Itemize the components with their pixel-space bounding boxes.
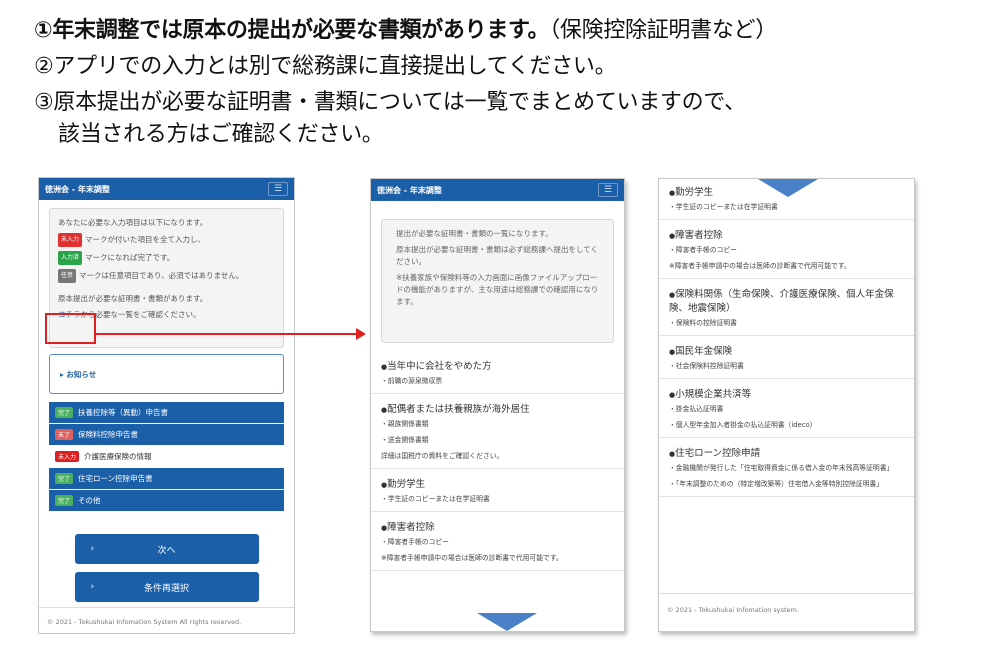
list-item[interactable]: 完了 扶養控除等（異動）申告書 (49, 402, 284, 424)
section-line: ・学生証のコピーまたは在学証明書 (669, 203, 778, 211)
document-section: 配偶者または扶養親族が海外居住・親族関係書類・送金関係書類詳細は国税庁の資料をご… (371, 394, 624, 469)
scroll-indicator-arrow-icon (758, 179, 818, 197)
section-line: ・障害者手帳のコピー (669, 246, 737, 254)
list-item-label: 介護医療保険の情報 (84, 452, 152, 461)
status-badge: 入力済 (58, 251, 83, 265)
document-section: 国民年金保険・社会保険料控除証明書 (659, 336, 914, 379)
heading-line-1: ①年末調整では原本の提出が必要な書類があります。（保険控除証明書など） (34, 18, 777, 43)
intro-text: あなたに必要な入力項目は以下になります。 (58, 218, 208, 227)
footer: © 2021 - Tokushukai Infomation system. (659, 593, 914, 623)
screen-document-list: 徳洲会 - 年末調整 ☰ 提出が必要な証明書・書類の一覧になります。 原本提出が… (370, 178, 625, 632)
status-badge: 完了 (55, 495, 74, 506)
section-line: ・個人型年金加入者掛金の払込証明書（ideco） (669, 421, 817, 429)
chevron-right-icon: › (90, 582, 95, 592)
reselect-button[interactable]: › 条件再選択 (74, 572, 259, 602)
document-section: 障害者控除・障害者手帳のコピー ※障害者手帳申請中の場合は医師の診断書で代用可能で… (371, 512, 624, 571)
app-title: 徳洲会 - 年末調整 (377, 185, 442, 195)
section-line: ・保険料の控除証明書 (669, 319, 737, 327)
highlight-box (45, 313, 96, 344)
heading-line-2: ②アプリでの入力とは別で総務課に直接提出してください。 (34, 54, 617, 79)
app-bar: 徳洲会 - 年末調整 ☰ (371, 179, 624, 201)
section-line: ・社会保険料控除証明書 (669, 362, 744, 370)
status-badge: 任意 (58, 269, 77, 283)
hamburger-icon[interactable]: ☰ (598, 183, 618, 197)
section-line: ・掛金払込証明書 (669, 405, 724, 413)
list-item-label: 住宅ローン控除申告書 (78, 474, 153, 483)
section-title: 勤労学生 (381, 476, 614, 490)
section-title: 住宅ローン控除申請 (669, 445, 904, 459)
status-badge: 未入力 (58, 233, 83, 247)
status-badge: 未了 (55, 429, 74, 440)
section-note: ※障害者手帳申請中の場合は医師の診断書で代用可能です。 (669, 262, 851, 270)
chevron-right-icon: › (90, 544, 95, 554)
form-list: 完了 扶養控除等（異動）申告書 未了 保険料控除申告書 未入力 介護医療保険の情報 完了 住宅… (39, 402, 294, 512)
footer: © 2021 - Tokushukai Infomation System Al… (39, 607, 294, 633)
list-item[interactable]: 未了 保険料控除申告書 (49, 424, 284, 446)
scroll-down-arrow-icon (477, 613, 537, 631)
section-line: ・前職の源泉徴収票 (381, 377, 443, 385)
next-button[interactable]: › 次へ (74, 534, 259, 564)
section-line: ・障害者手帳のコピー (381, 538, 449, 546)
info-card: 提出が必要な証明書・書類の一覧になります。 原本提出が必要な証明書・書類は必ず総… (381, 219, 614, 343)
arrow-head-icon (356, 328, 366, 340)
list-item-label: 保険料控除申告書 (78, 430, 139, 439)
section-line: ・送金関係書類 (381, 436, 429, 444)
document-sections: 当年中に会社をやめた方・前職の源泉徴収票配偶者または扶養親族が海外居住・親族関係… (371, 351, 624, 571)
section-line: ・親族関係書類 (381, 420, 429, 428)
document-sections: 勤労学生・学生証のコピーまたは在学証明書障害者控除・障害者手帳のコピー※障害者手… (659, 179, 914, 497)
section-title: 国民年金保険 (669, 343, 904, 357)
document-section: 当年中に会社をやめた方・前職の源泉徴収票 (371, 351, 624, 394)
list-item[interactable]: 完了 その他 (49, 490, 284, 512)
section-title: 当年中に会社をやめた方 (381, 358, 614, 372)
status-badge: 完了 (55, 407, 74, 418)
notice-panel[interactable]: ▸ お知らせ (49, 354, 284, 394)
heading-line-3: ③原本提出が必要な証明書・書類については一覧でまとめていますので、 (34, 90, 746, 115)
status-badge: 未入力 (55, 451, 80, 462)
heading-line-4: 該当される方はご確認ください。 (58, 122, 384, 147)
app-bar: 徳洲会 - 年末調整 ☰ (39, 178, 294, 200)
status-badge: 完了 (55, 473, 74, 484)
section-line: ・金融機関が発行した「住宅取得資金に係る借入金の年末残高等証明書」 (669, 464, 894, 472)
section-title: 保険料関係（生命保険、介護医療保険、個人年金保険、地震保険） (669, 286, 904, 314)
section-title: 小規模企業共済等 (669, 386, 904, 400)
detail-link[interactable]: 詳細は国税庁の資料をご確認ください。 (381, 451, 614, 462)
document-section: 小規模企業共済等・掛金払込証明書・個人型年金加入者掛金の払込証明書（ideco） (659, 379, 914, 438)
section-line: ・学生証のコピーまたは在学証明書 (381, 495, 490, 503)
section-note: ※障害者手帳申請中の場合は医師の診断書で代用可能です。 (381, 554, 563, 562)
section-title: 障害者控除 (381, 519, 614, 533)
hamburger-icon[interactable]: ☰ (268, 182, 288, 196)
screen-document-list-scrolled: 勤労学生・学生証のコピーまたは在学証明書障害者控除・障害者手帳のコピー※障害者手… (658, 178, 915, 632)
document-section: 住宅ローン控除申請・金融機関が発行した「住宅取得資金に係る借入金の年末残高等証明… (659, 438, 914, 497)
document-section: 障害者控除・障害者手帳のコピー ※障害者手帳申請中の場合は医師の診断書で代用可能で… (659, 220, 914, 279)
app-title: 徳洲会 - 年末調整 (45, 184, 110, 194)
list-item[interactable]: 未入力 介護医療保険の情報 (49, 446, 284, 468)
section-line: ・「年末調整のための（特定増改築等）住宅借入金等特別控除証明書」 (669, 480, 884, 488)
section-title: 障害者控除 (669, 227, 904, 241)
document-section: 保険料関係（生命保険、介護医療保険、個人年金保険、地震保険） ・保険料の控除証明書 (659, 279, 914, 336)
document-section: 勤労学生・学生証のコピーまたは在学証明書 (371, 469, 624, 512)
arrow-line (96, 333, 360, 335)
section-title: 配偶者または扶養親族が海外居住 (381, 401, 614, 415)
list-item-label: 扶養控除等（異動）申告書 (78, 408, 169, 417)
original-note: 原本提出が必要な証明書・書類があります。 (58, 294, 208, 303)
screen-main-menu: 徳洲会 - 年末調整 ☰ あなたに必要な入力項目は以下になります。 未入力 マーク… (38, 177, 295, 634)
list-item[interactable]: 完了 住宅ローン控除申告書 (49, 468, 284, 490)
list-item-label: その他 (78, 496, 101, 505)
